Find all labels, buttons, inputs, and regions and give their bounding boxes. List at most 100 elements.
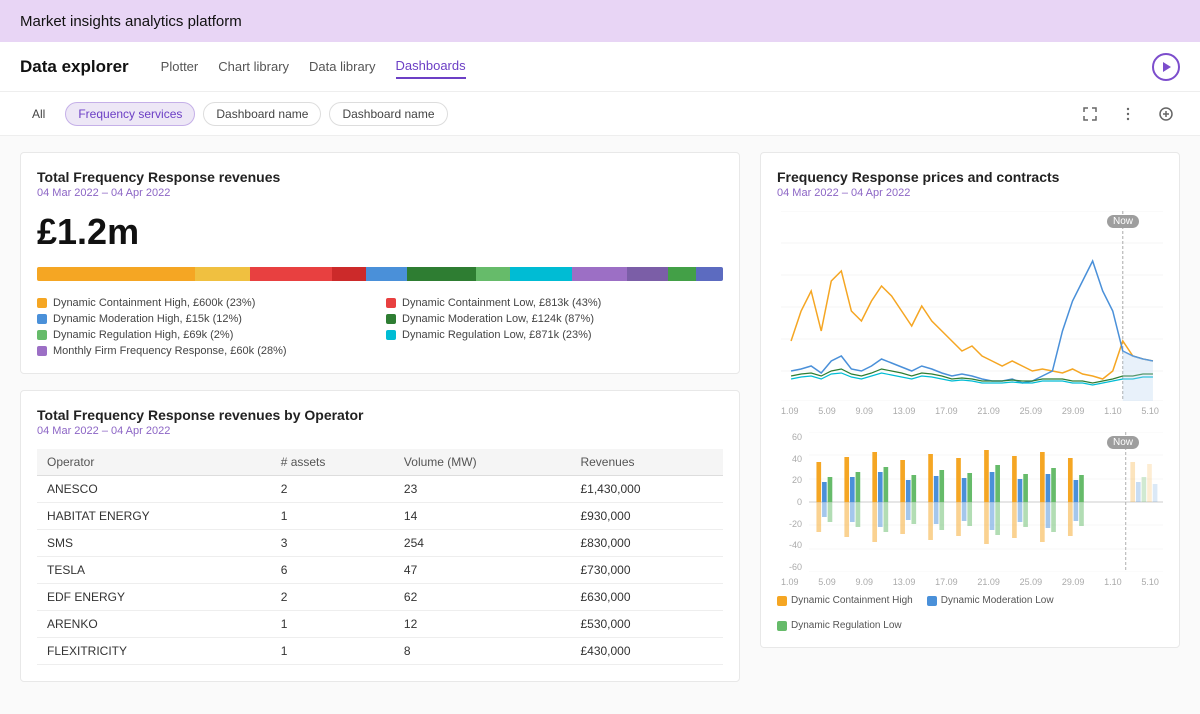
table-header: # assets bbox=[271, 449, 394, 476]
legend-dot bbox=[386, 314, 396, 324]
legend-dot bbox=[386, 330, 396, 340]
nav-right bbox=[1152, 53, 1180, 81]
legend-item: Dynamic Regulation High, £69k (2%) bbox=[37, 329, 374, 341]
legend-label: Dynamic Containment Low, £813k (43%) bbox=[402, 297, 601, 309]
table-cell: ANESCO bbox=[37, 476, 271, 503]
left-panel: Total Frequency Response revenues 04 Mar… bbox=[20, 152, 740, 698]
legend-dot bbox=[37, 346, 47, 356]
table-cell: £430,000 bbox=[570, 638, 723, 665]
table-cell: ARENKO bbox=[37, 611, 271, 638]
bar-segment bbox=[37, 267, 195, 281]
bar-segment bbox=[250, 267, 332, 281]
table-header: Revenues bbox=[570, 449, 723, 476]
table-cell: 2 bbox=[271, 584, 394, 611]
filter-bar: All Frequency services Dashboard name Da… bbox=[0, 92, 1200, 136]
table-cell: £630,000 bbox=[570, 584, 723, 611]
more-options-icon[interactable] bbox=[1114, 100, 1142, 128]
legend-dot bbox=[37, 298, 47, 308]
legend-item: Dynamic Regulation Low, £871k (23%) bbox=[386, 329, 723, 341]
bottom-legend-dot bbox=[777, 621, 787, 631]
table-cell: £1,430,000 bbox=[570, 476, 723, 503]
bar-chart-xaxis: 1.095.099.0913.0917.0921.0925.0929.091.1… bbox=[777, 577, 1163, 587]
revenue-legend: Dynamic Containment High, £600k (23%) Dyn… bbox=[37, 297, 723, 357]
operator-subtitle: 04 Mar 2022 – 04 Apr 2022 bbox=[37, 425, 723, 437]
table-row: HABITAT ENERGY114£930,000 bbox=[37, 503, 723, 530]
filter-dashboard-1[interactable]: Dashboard name bbox=[203, 102, 321, 126]
nav-plotter[interactable]: Plotter bbox=[161, 55, 199, 78]
table-cell: 14 bbox=[394, 503, 571, 530]
table-cell: £730,000 bbox=[570, 557, 723, 584]
bottom-legend-label: Dynamic Moderation Low bbox=[941, 595, 1054, 606]
top-bar: Market insights analytics platform bbox=[0, 0, 1200, 42]
bar-segment bbox=[195, 267, 250, 281]
bottom-legend-item: Dynamic Regulation Low bbox=[777, 620, 902, 631]
table-cell: 23 bbox=[394, 476, 571, 503]
table-cell: 6 bbox=[271, 557, 394, 584]
filter-frequency-services[interactable]: Frequency services bbox=[65, 102, 195, 126]
table-cell: HABITAT ENERGY bbox=[37, 503, 271, 530]
table-cell: 62 bbox=[394, 584, 571, 611]
line-chart-container: Now bbox=[777, 211, 1163, 416]
legend-item: Dynamic Containment Low, £813k (43%) bbox=[386, 297, 723, 309]
bottom-legend-item: Dynamic Moderation Low bbox=[927, 595, 1054, 606]
bar-y-axis: 6040200-20-40-60 bbox=[777, 432, 805, 572]
bar-chart-svg bbox=[809, 432, 1163, 572]
table-row: FLEXITRICITY18£430,000 bbox=[37, 638, 723, 665]
legend-label: Dynamic Regulation Low, £871k (23%) bbox=[402, 329, 592, 341]
right-panel: Frequency Response prices and contracts … bbox=[760, 152, 1180, 698]
table-row: ANESCO223£1,430,000 bbox=[37, 476, 723, 503]
filter-actions bbox=[1076, 100, 1180, 128]
table-cell: 254 bbox=[394, 530, 571, 557]
legend-item: Monthly Firm Frequency Response, £60k (2… bbox=[37, 345, 374, 357]
nav-chart-library[interactable]: Chart library bbox=[218, 55, 289, 78]
table-cell: £530,000 bbox=[570, 611, 723, 638]
operator-table: Operator# assetsVolume (MW)Revenues ANES… bbox=[37, 449, 723, 665]
operator-card: Total Frequency Response revenues by Ope… bbox=[20, 390, 740, 682]
bar-segment bbox=[476, 267, 510, 281]
table-cell: 12 bbox=[394, 611, 571, 638]
bar-chart-legend: Dynamic Containment HighDynamic Moderati… bbox=[777, 595, 1163, 631]
bar-segment bbox=[627, 267, 668, 281]
legend-label: Dynamic Moderation High, £15k (12%) bbox=[53, 313, 242, 325]
table-cell: FLEXITRICITY bbox=[37, 638, 271, 665]
stacked-bar bbox=[37, 267, 723, 281]
filter-all[interactable]: All bbox=[20, 103, 57, 125]
operator-title: Total Frequency Response revenues by Ope… bbox=[37, 407, 723, 423]
nav-dashboards[interactable]: Dashboards bbox=[396, 54, 466, 79]
now-badge-bar: Now bbox=[1107, 436, 1139, 449]
bar-segment bbox=[696, 267, 723, 281]
legend-item: Dynamic Moderation High, £15k (12%) bbox=[37, 313, 374, 325]
table-row: SMS3254£830,000 bbox=[37, 530, 723, 557]
add-icon[interactable] bbox=[1152, 100, 1180, 128]
table-header: Operator bbox=[37, 449, 271, 476]
bottom-legend-dot bbox=[927, 596, 937, 606]
nav-data-library[interactable]: Data library bbox=[309, 55, 375, 78]
legend-item: Dynamic Containment High, £600k (23%) bbox=[37, 297, 374, 309]
filter-dashboard-2[interactable]: Dashboard name bbox=[329, 102, 447, 126]
legend-label: Dynamic Moderation Low, £124k (87%) bbox=[402, 313, 594, 325]
table-row: TESLA647£730,000 bbox=[37, 557, 723, 584]
table-cell: TESLA bbox=[37, 557, 271, 584]
nav-bar: Data explorer Plotter Chart library Data… bbox=[0, 42, 1200, 92]
table-cell: 47 bbox=[394, 557, 571, 584]
line-chart-svg bbox=[781, 211, 1163, 401]
price-chart-card: Frequency Response prices and contracts … bbox=[760, 152, 1180, 648]
legend-dot bbox=[37, 330, 47, 340]
play-button[interactable] bbox=[1152, 53, 1180, 81]
y-axis-labels bbox=[777, 211, 805, 396]
legend-label: Dynamic Regulation High, £69k (2%) bbox=[53, 329, 233, 341]
bar-chart-container: Now 6040200-20-40-60 bbox=[777, 432, 1163, 587]
table-cell: 3 bbox=[271, 530, 394, 557]
price-chart-title: Frequency Response prices and contracts bbox=[777, 169, 1163, 185]
table-row: ARENKO112£530,000 bbox=[37, 611, 723, 638]
now-badge-line: Now bbox=[1107, 215, 1139, 228]
main-content: Total Frequency Response revenues 04 Mar… bbox=[0, 136, 1200, 714]
line-chart-xaxis: 1.095.099.0913.0917.0921.0925.0929.091.1… bbox=[777, 406, 1163, 416]
expand-icon[interactable] bbox=[1076, 100, 1104, 128]
table-cell: 1 bbox=[271, 611, 394, 638]
table-cell: 8 bbox=[394, 638, 571, 665]
bar-segment bbox=[510, 267, 572, 281]
revenue-title: Total Frequency Response revenues bbox=[37, 169, 723, 185]
revenue-subtitle: 04 Mar 2022 – 04 Apr 2022 bbox=[37, 187, 723, 199]
nav-links: Plotter Chart library Data library Dashb… bbox=[161, 54, 466, 79]
